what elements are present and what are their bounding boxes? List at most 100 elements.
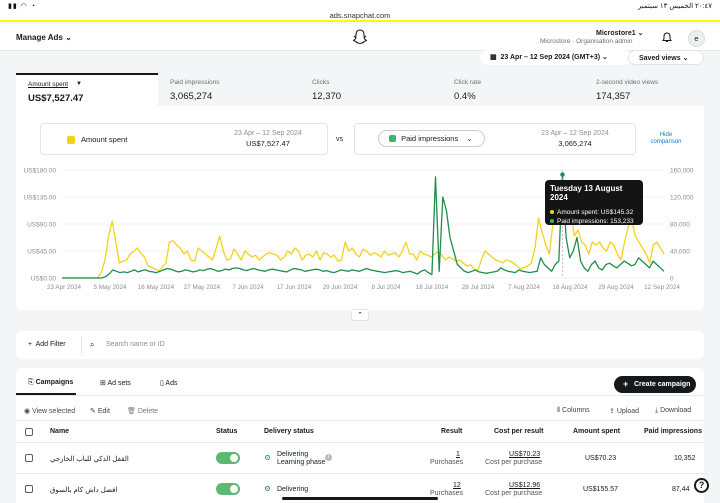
view-selected-button[interactable]: ◉ View selected [24,407,75,415]
y-axis-left-tick: US$180.00 [23,168,56,175]
chevron-down-icon: ⌄ [65,33,72,42]
system-status-icons: ▮▮ ◠ ◔ [8,3,36,10]
chevron-down-icon: ⌄ [682,55,689,62]
download-icon: ⤓ [655,407,659,414]
column-header-status[interactable]: Status [216,428,237,435]
cost-per-result-value[interactable]: US$70.23 [509,451,540,458]
row-checkbox[interactable] [25,454,33,462]
collapse-chart-button[interactable]: ⌃ [351,309,369,321]
org-subtitle: Microstore · Organisation admin [540,38,633,45]
amount-spent-value: US$155.57 [583,486,619,493]
column-header-name[interactable]: Name [50,428,69,435]
cost-per-result-value[interactable]: US$12.96 [509,482,540,489]
avatar[interactable]: e [688,30,705,47]
chevron-down-icon: ⌄ [466,134,473,143]
delivering-status-icon [265,455,270,460]
metric-tab-clicks[interactable]: Clicks 12,370 [300,73,442,106]
hide-comparison-link[interactable]: Hide comparison [645,132,687,146]
y-axis-left-tick: US$0.00 [31,276,57,283]
amount-swatch [67,136,75,144]
result-type: Purchases [430,490,464,497]
column-header-cost-per-result[interactable]: Cost per result [494,428,543,435]
upload-button[interactable]: ⇪ Upload [609,407,639,415]
manage-ads-menu[interactable]: Manage Ads ⌄ [16,33,72,42]
tab-ad-sets[interactable]: ⊞ Ad sets [100,379,131,387]
metric-tab-amount-spent[interactable]: Amount spent ▼ US$7,527.47 [16,73,158,106]
comparison-left[interactable]: Amount spent 23 Apr – 12 Sep 2024 US$7,5… [40,123,328,155]
date-range-picker[interactable]: ▦ 23 Apr – 12 Sep 2024 (GMT+3) ⌄ [480,50,631,65]
select-all-checkbox[interactable] [25,428,33,436]
x-axis-tick: 29 Aug 2024 [598,284,634,291]
org-name[interactable]: Microstore1 ⌄ [596,29,644,37]
columns-button[interactable]: ⦀ Columns [557,407,590,415]
status-time: ٢٠:٤٧ الخميس ١٣ سبتمبر [637,3,712,10]
campaigns-icon: ⎘ [28,379,34,386]
columns-icon: ⦀ [557,407,561,414]
create-campaign-button[interactable]: + Create campaign [614,376,696,393]
home-indicator [282,497,438,500]
x-axis-tick: 5 May 2024 [94,284,127,291]
divider [16,395,704,396]
status-toggle[interactable] [216,483,240,495]
column-header-delivery[interactable]: Delivery status [264,428,314,435]
help-icon[interactable]: ? [694,478,709,493]
download-button[interactable]: ⤓ Download [655,407,691,415]
search-icon: ⌕ [90,340,95,349]
browser-status-bar: ▮▮ ◠ ◔ ٢٠:٤٧ الخميس ١٣ سبتمبر ads.snapch… [0,0,720,22]
tab-campaigns[interactable]: ⎘ Campaigns [28,379,73,387]
chart-tooltip: Tuesday 13 August 2024 Amount spent: US$… [545,180,643,225]
y-axis-left-tick: US$90.00 [27,222,56,229]
delivery-substatus: Learning phase [277,459,326,466]
address-bar-url[interactable]: ads.snapchat.com [0,11,720,20]
delivering-status-icon [265,486,270,491]
y-axis-right-tick: 160,000 [670,168,694,175]
campaign-name[interactable]: القفل الذكي للباب الخارجي [50,455,129,463]
x-axis-tick: 8 Jul 2024 [371,284,401,291]
row-checkbox[interactable] [25,485,33,493]
status-toggle[interactable] [216,452,240,464]
cost-per-result-type: Cost per purchase [485,490,543,497]
caret-down-icon: ▼ [76,81,82,87]
result-value[interactable]: 12 [453,482,461,489]
x-axis-tick: 16 May 2024 [138,284,175,291]
edit-button[interactable]: ✎ Edit [90,407,110,415]
vs-label: vs [336,136,343,143]
y-axis-left-tick: US$45.00 [27,249,56,256]
ads-icon: ▯ [160,380,164,387]
chevron-down-icon: ⌄ [637,30,644,37]
saved-views-button[interactable]: Saved views ⌄ [628,50,704,65]
bell-icon[interactable] [662,32,672,43]
x-axis-tick: 12 Sep 2024 [644,284,680,291]
column-header-paid-impressions[interactable]: Paid impressions [644,428,702,435]
campaign-name[interactable]: افضل داش كام بالسوق [50,486,117,494]
result-value[interactable]: 1 [456,451,460,458]
impressions-swatch [389,135,396,142]
y-axis-right-tick: 80,000 [670,222,690,229]
y-axis-right-tick: 120,000 [670,195,694,202]
plus-icon: + [28,341,33,348]
pencil-icon: ✎ [90,408,96,415]
ad-sets-icon: ⊞ [100,380,106,387]
x-axis-tick: 7 Aug 2024 [508,284,540,291]
metric-tab-paid-impressions[interactable]: Paid impressions 3,065,274 [158,73,300,106]
metric-tab-click-rate[interactable]: Click rate 0.4% [442,73,584,106]
column-header-result[interactable]: Result [441,428,462,435]
add-filter-button[interactable]: + Add Filter [28,341,66,348]
y-axis-right-tick: 0 [670,276,674,283]
plus-icon: + [623,379,629,389]
metric-tab-video-views[interactable]: 2-second video views 174,357 [584,73,704,106]
impressions-value: 10,352 [674,455,696,462]
search-input[interactable]: Search name or ID [106,341,165,348]
app-header: Manage Ads ⌄ Microstore1 ⌄ Microstore · … [0,24,720,51]
info-icon[interactable]: i [325,454,332,461]
snapchat-ghost-icon[interactable] [353,29,367,45]
chevron-down-icon: ⌄ [602,54,608,61]
tab-ads[interactable]: ▯ Ads [160,379,177,387]
column-header-amount-spent[interactable]: Amount spent [573,428,620,435]
calendar-icon: ▦ [490,54,497,61]
delete-button[interactable]: 🗑 Delete [127,407,158,415]
y-axis-right-tick: 40,000 [670,249,690,256]
compare-metric-dropdown[interactable]: Paid impressions ⌄ [378,130,485,147]
impressions-value: 87,44 [672,486,690,493]
delivery-status: Delivering [277,451,309,458]
